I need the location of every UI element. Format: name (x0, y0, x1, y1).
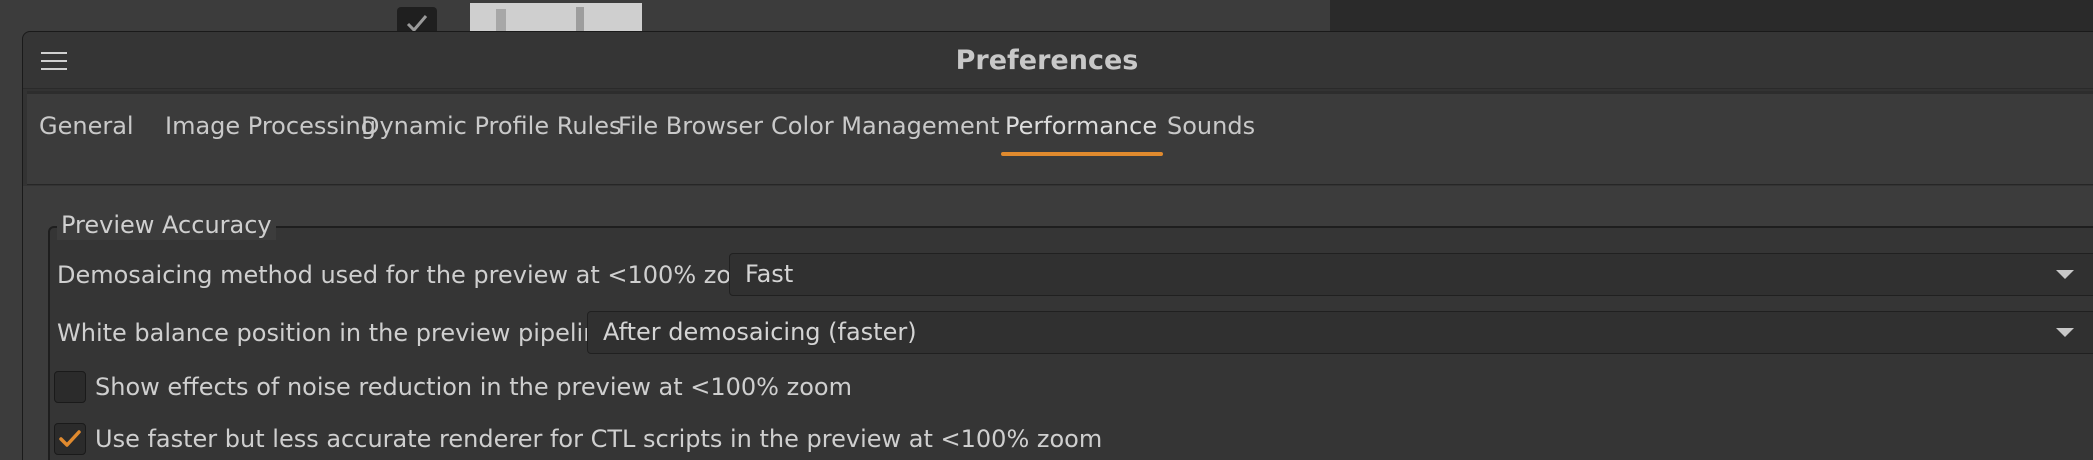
demosaicing-dropdown[interactable]: Fast (729, 253, 2093, 296)
white-balance-label: White balance position in the preview pi… (57, 319, 622, 347)
ctl-renderer-label: Use faster but less accurate renderer fo… (95, 425, 1103, 453)
titlebar: Preferences (23, 32, 2093, 89)
noise-reduction-checkbox[interactable] (54, 371, 86, 403)
tab-color-management[interactable]: Color Management (771, 94, 999, 184)
noise-reduction-label: Show effects of noise reduction in the p… (95, 373, 852, 401)
performance-page: Preview Accuracy Demosaicing method used… (23, 186, 2093, 460)
tab-sounds[interactable]: Sounds (1167, 94, 1255, 184)
chevron-down-icon (2056, 328, 2074, 337)
tab-general[interactable]: General (39, 94, 134, 184)
tab-dynamic-profile-rules[interactable]: Dynamic Profile Rules (361, 94, 621, 184)
preferences-dialog: Preferences General Image Processing Dyn… (22, 31, 2093, 460)
dialog-title: Preferences (955, 45, 1139, 76)
tab-image-processing[interactable]: Image Processing (165, 94, 376, 184)
tab-bar: General Image Processing Dynamic Profile… (27, 91, 2093, 185)
chevron-down-icon (2056, 270, 2074, 279)
white-balance-value: After demosaicing (faster) (603, 318, 917, 346)
white-balance-dropdown[interactable]: After demosaicing (faster) (587, 311, 2093, 354)
demosaicing-value: Fast (745, 260, 794, 288)
preview-accuracy-label: Preview Accuracy (57, 210, 276, 240)
tab-file-browser[interactable]: File Browser (618, 94, 763, 184)
background-thumbnail (470, 3, 642, 33)
ctl-renderer-checkbox[interactable] (54, 423, 86, 455)
demosaicing-label: Demosaicing method used for the preview … (57, 261, 778, 289)
checkmark-icon (59, 430, 81, 447)
tab-performance[interactable]: Performance (1000, 94, 1164, 184)
